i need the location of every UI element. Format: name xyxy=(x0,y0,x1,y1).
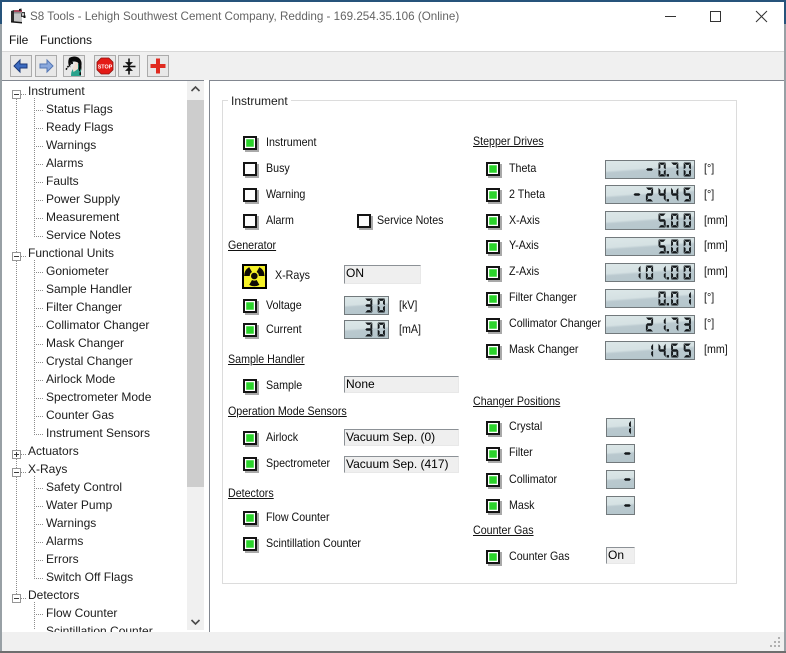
svg-text:STOP: STOP xyxy=(98,64,113,70)
